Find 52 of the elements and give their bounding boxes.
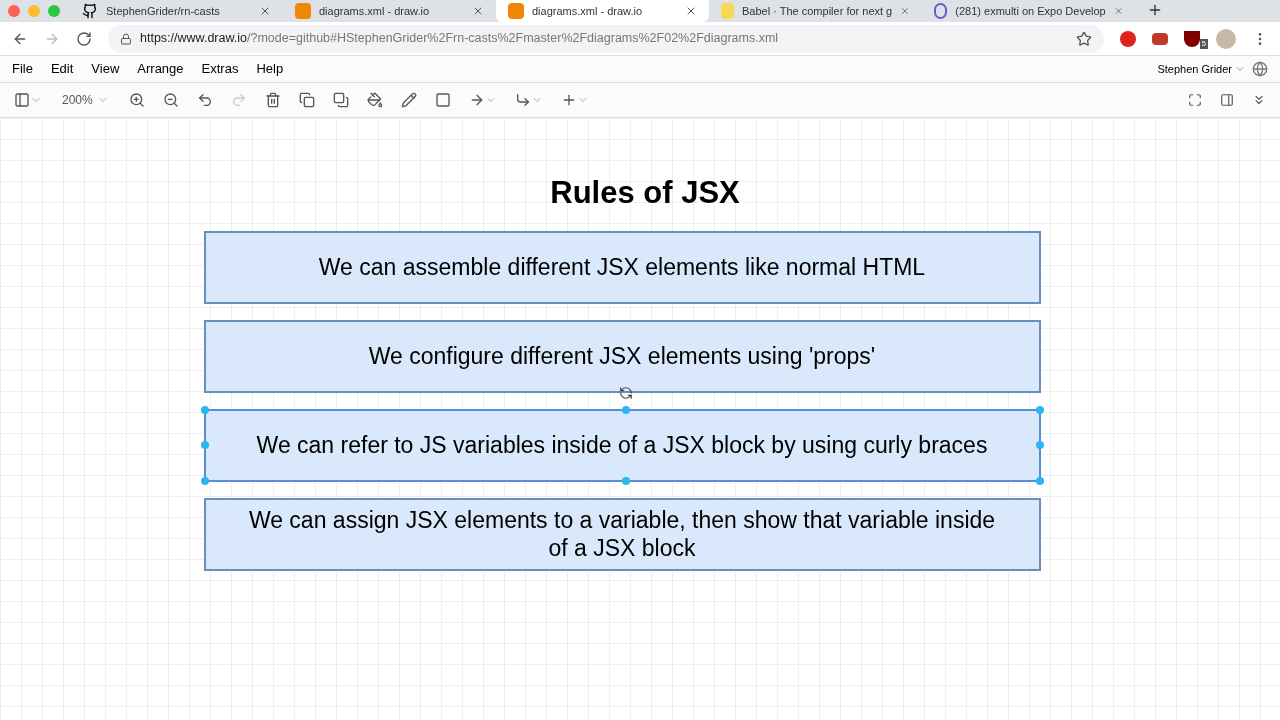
zoom-out-icon [162, 92, 179, 108]
browser-tab[interactable]: diagrams.xml - draw.io [496, 0, 709, 22]
github-icon [82, 3, 98, 19]
rotate-handle-icon[interactable] [619, 385, 633, 400]
resize-handle[interactable] [622, 405, 630, 414]
zoom-in-icon [128, 92, 145, 108]
menu-item[interactable]: File [12, 59, 33, 79]
bookmark-star-icon[interactable] [1076, 30, 1092, 47]
menu-item[interactable]: Edit [50, 59, 74, 79]
extension-badge: 5 [1199, 38, 1208, 49]
diagram-box[interactable]: We can assemble different JSX elements like normal HTML [203, 230, 1041, 304]
resize-handle[interactable] [1035, 476, 1044, 485]
double-chevron-icon [1252, 93, 1266, 107]
close-tab-icon[interactable] [685, 5, 697, 17]
diagram-app-icon [508, 3, 524, 19]
diagram-title: Rules of JSX [550, 174, 740, 212]
resize-handle[interactable] [200, 405, 209, 414]
close-tab-icon[interactable] [472, 5, 484, 17]
address-bar[interactable]: https://www.draw.io/?mode=github#HStephenGrider%2Frn-casts%2Fmaster%2Fdiagrams%2F02%2Fdiagrams.xml [108, 24, 1104, 53]
fullscreen-icon [1188, 93, 1202, 107]
undo-icon [196, 92, 213, 108]
menu-item[interactable]: View [91, 59, 120, 79]
menu-item[interactable]: Extras [201, 59, 239, 79]
trash-icon [264, 92, 281, 108]
bent-arrow-icon [514, 92, 531, 108]
resize-handle[interactable] [1035, 441, 1044, 449]
diagram-box[interactable]: We configure different JSX elements using 'props' [203, 319, 1041, 393]
resize-handle[interactable] [200, 441, 209, 449]
diagram-app-icon [295, 3, 311, 19]
globe-icon[interactable] [1252, 61, 1268, 77]
lock-icon [120, 32, 132, 45]
close-tab-icon[interactable] [259, 5, 271, 17]
paint-bucket-icon [366, 92, 383, 108]
resize-handle[interactable] [1035, 405, 1044, 414]
zoom-dropdown[interactable]: 200% [54, 91, 117, 109]
diagram-box[interactable]: We can assign JSX elements to a variable, then show that variable inside of a JSX block [203, 497, 1041, 571]
resize-handle[interactable] [200, 476, 209, 485]
resize-handle[interactable] [622, 476, 630, 485]
reload-icon[interactable] [76, 30, 92, 47]
menu-item[interactable]: Arrange [137, 59, 184, 79]
stacked-squares-icon [298, 92, 315, 108]
square-icon [434, 92, 451, 108]
user-name[interactable]: Stephen Grider [1157, 60, 1232, 78]
panel-icon [14, 92, 30, 108]
stacked-squares-icon [332, 92, 349, 108]
shield-icon[interactable] [1184, 30, 1200, 47]
redo-icon [230, 92, 247, 108]
close-tab-icon[interactable] [900, 5, 910, 17]
panel-icon [1220, 93, 1234, 107]
menu-item[interactable]: Help [256, 59, 284, 79]
pencil-icon [400, 92, 417, 108]
new-tab-icon[interactable] [1147, 2, 1163, 18]
